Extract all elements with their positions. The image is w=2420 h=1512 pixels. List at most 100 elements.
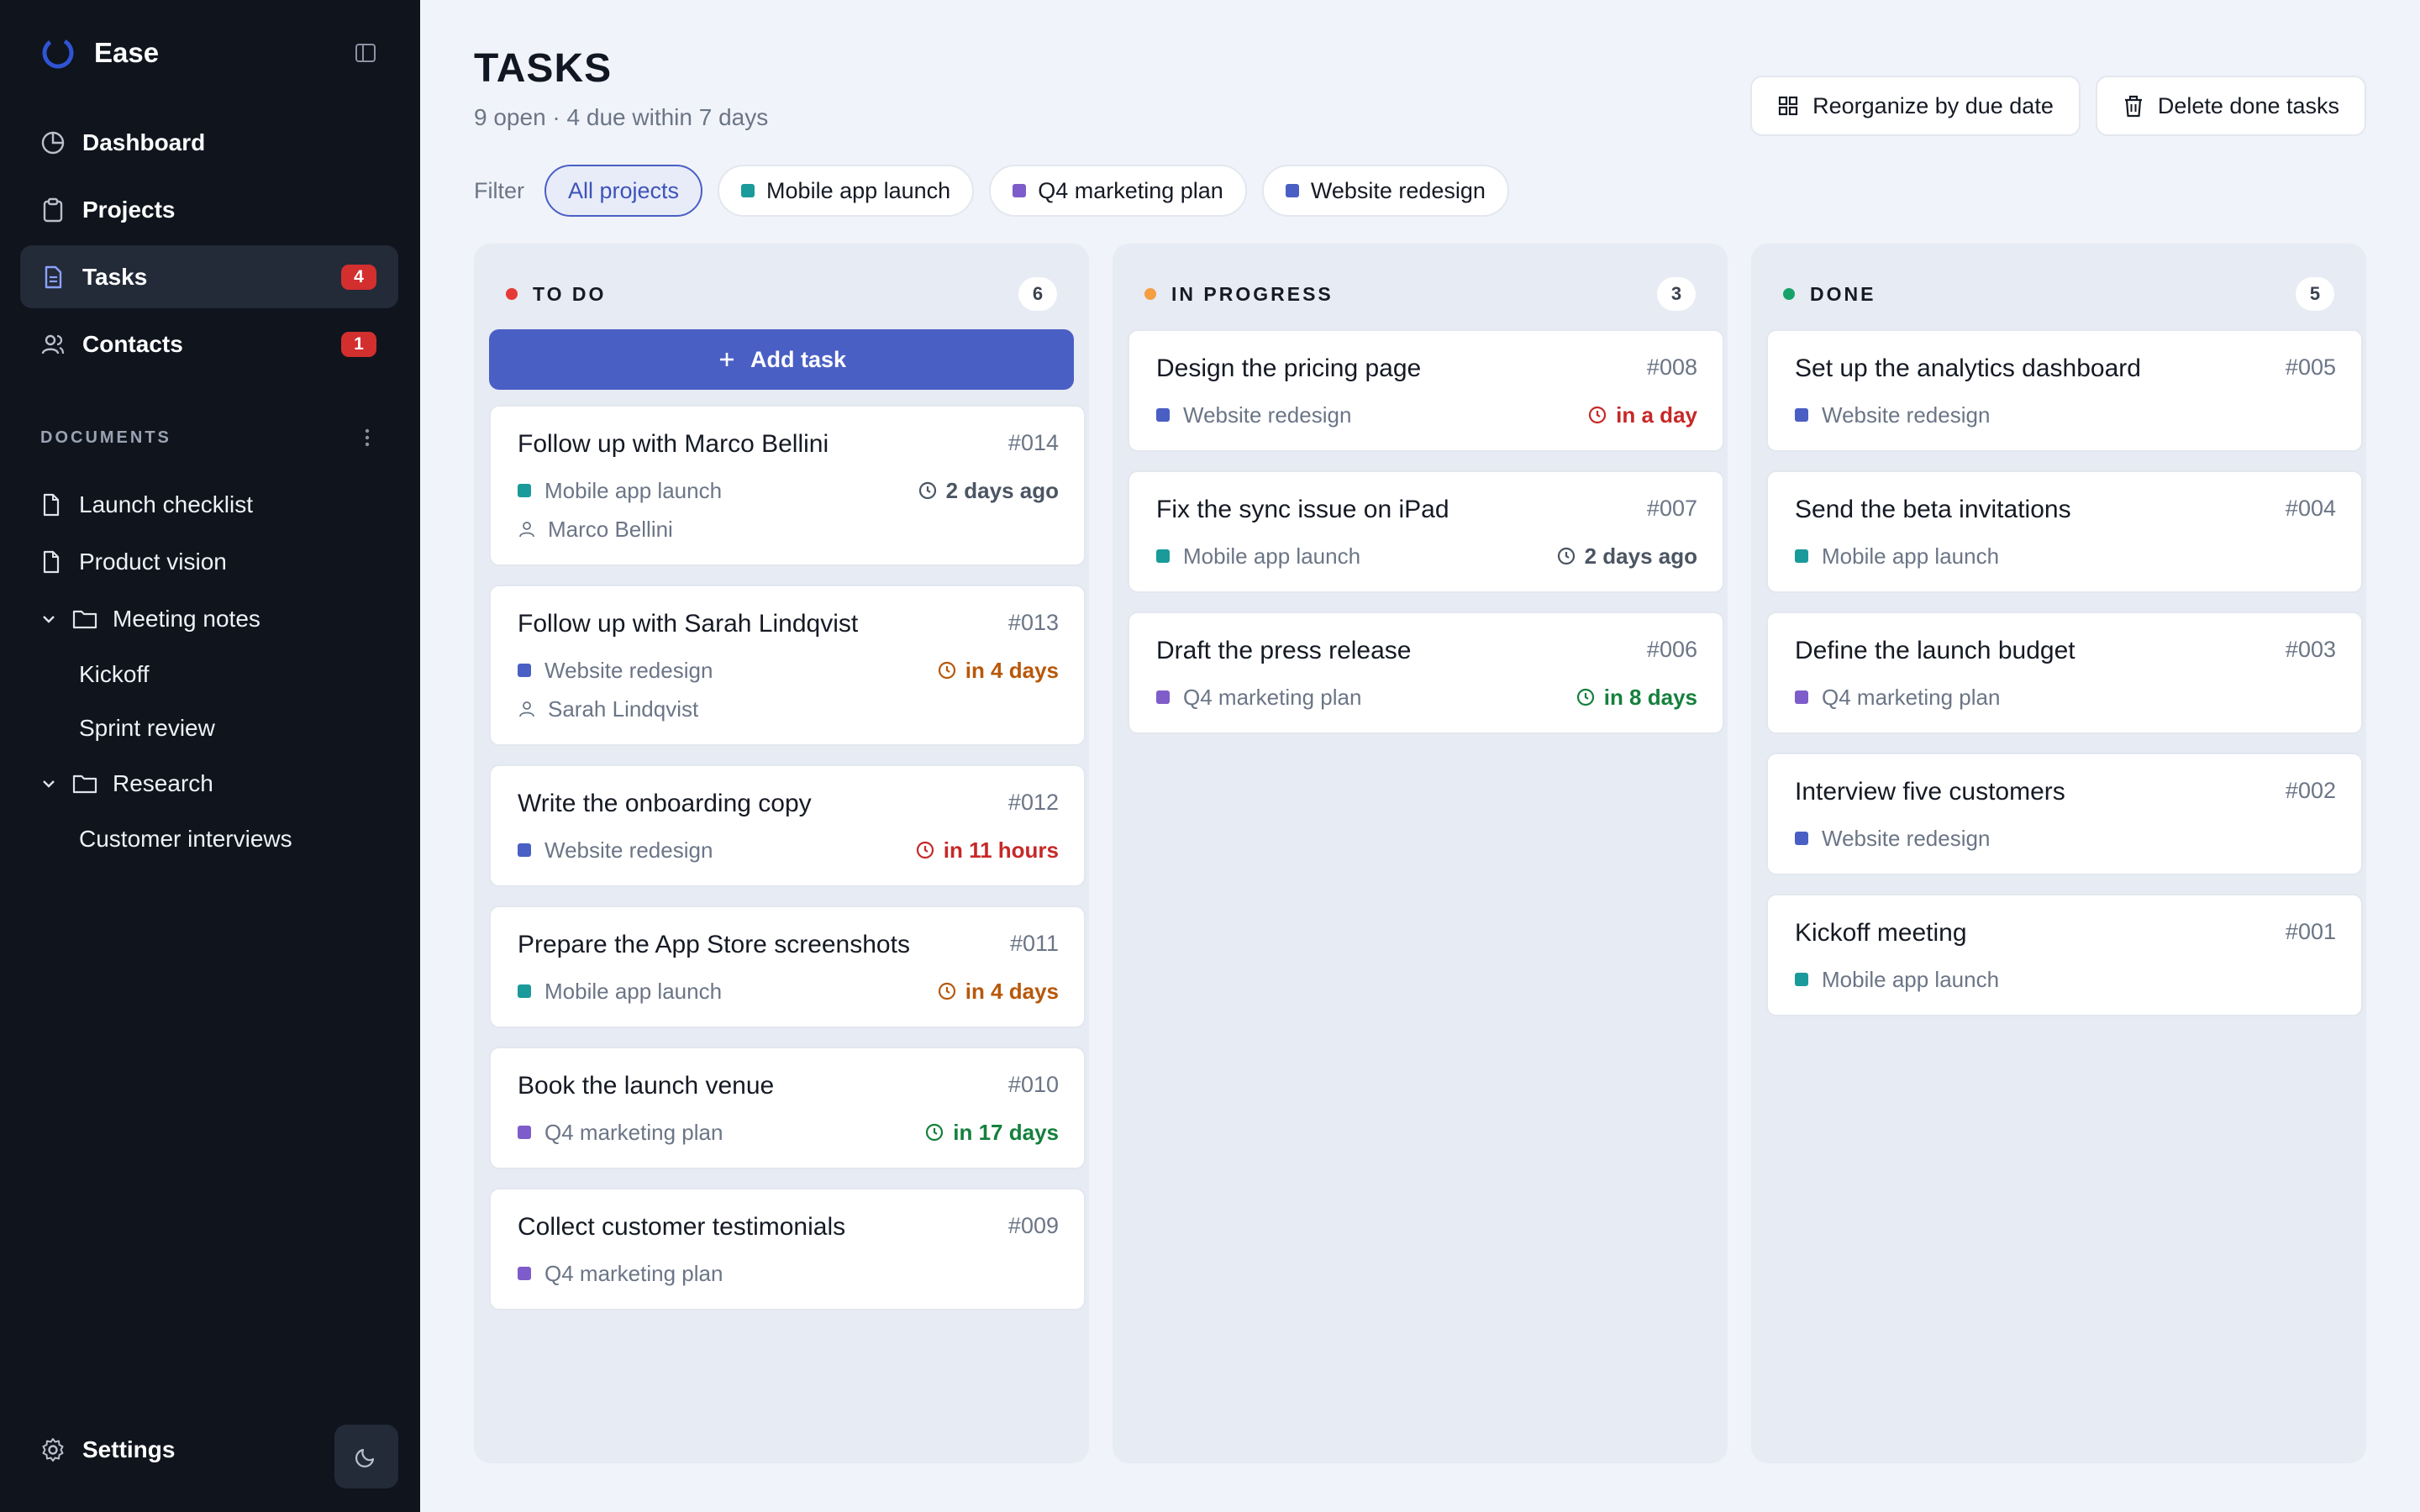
brand[interactable]: Ease (40, 34, 159, 72)
task-project: Mobile app launch (518, 478, 722, 504)
project-label: Website redesign (1822, 402, 1991, 428)
theme-toggle-button[interactable] (334, 1425, 398, 1488)
reorganize-button[interactable]: Reorganize by due date (1750, 76, 2081, 136)
task-due: 2 days ago (918, 478, 1059, 504)
user-icon (519, 522, 534, 538)
nav-label: Projects (82, 196, 176, 223)
due-label: 2 days ago (1584, 543, 1697, 569)
task-card[interactable]: Follow up with Sarah Lindqvist #013 Websit… (489, 585, 1086, 746)
doc-item-launch-checklist[interactable]: Launch checklist (40, 484, 393, 526)
sidebar-toggle-icon[interactable] (351, 39, 380, 67)
delete-done-label: Delete done tasks (2157, 92, 2339, 118)
doc-item-sprint-review[interactable]: Sprint review (40, 709, 393, 748)
document-icon (45, 265, 62, 288)
card-list: Set up the analytics dashboard #005 Websit… (1766, 329, 2363, 1035)
task-id: #003 (2285, 637, 2336, 662)
task-card[interactable]: Collect customer testimonials #009 Q4 mark… (489, 1188, 1086, 1310)
clock-icon (938, 661, 955, 680)
folder-icon (72, 610, 97, 629)
add-task-button[interactable]: Add task (489, 329, 1074, 390)
task-meta: Website redesign (1795, 823, 2336, 853)
task-card[interactable]: Send the beta invitations #004 Mobile app … (1766, 470, 2363, 593)
project-label: Mobile app launch (544, 978, 723, 1004)
task-card[interactable]: Prepare the App Store screenshots #011 Mob… (489, 906, 1086, 1028)
project-label: Mobile app launch (1822, 966, 2000, 992)
task-meta: Website redesign in 4 days (518, 655, 1059, 685)
task-project: Mobile app launch (1156, 543, 1360, 570)
task-card[interactable]: Follow up with Marco Bellini #014 Mobile a… (489, 405, 1086, 566)
task-card[interactable]: Kickoff meeting #001 Mobile app launch (1766, 894, 2363, 1016)
column-title: TO DO (533, 282, 607, 305)
project-color-swatch (741, 184, 755, 197)
folder-meeting-notes[interactable]: Meeting notes (40, 598, 393, 640)
task-due: in a day (1587, 402, 1697, 428)
nav-badge: 4 (341, 264, 376, 290)
doc-item-customer-interviews[interactable]: Customer interviews (40, 820, 393, 858)
due-label: 2 days ago (945, 477, 1059, 503)
status-dot (1144, 288, 1156, 300)
card-list: Design the pricing page #008 Website redes… (1128, 329, 1724, 753)
more-vertical-icon[interactable] (355, 425, 380, 450)
task-meta: Q4 marketing plan (518, 1258, 1059, 1289)
doc-item-kickoff[interactable]: Kickoff (40, 655, 393, 694)
column-title: IN PROGRESS (1171, 282, 1334, 305)
task-card[interactable]: Interview five customers #002 Website rede… (1766, 753, 2363, 875)
project-color-swatch (1156, 408, 1170, 422)
project-label: Mobile app launch (1183, 543, 1361, 569)
project-color-swatch (1156, 549, 1170, 563)
users-icon (41, 334, 65, 354)
clipboard-icon (43, 197, 63, 222)
assignee-label: Sarah Lindqvist (548, 696, 699, 722)
task-project: Website redesign (1795, 826, 1990, 852)
folder-research[interactable]: Research (40, 763, 393, 805)
task-card[interactable]: Define the launch budget #003 Q4 marketing… (1766, 612, 2363, 734)
clock-icon (916, 841, 934, 859)
clock-icon (1557, 547, 1575, 565)
project-color-swatch (518, 664, 531, 677)
nav-label: Contacts (82, 330, 183, 357)
task-meta: Website redesign in 11 hours (518, 835, 1059, 865)
filter-chip-all-projects[interactable]: All projects (544, 165, 703, 217)
header-actions: Reorganize by due date Delete done tasks (1750, 76, 2366, 136)
file-icon (43, 550, 60, 574)
task-project: Q4 marketing plan (518, 1120, 723, 1146)
delete-done-button[interactable]: Delete done tasks (2095, 76, 2366, 136)
task-card[interactable]: Book the launch venue #010 Q4 marketing pl… (489, 1047, 1086, 1169)
page-title: TASKS (474, 46, 613, 91)
nav-item-dashboard[interactable]: Dashboard (20, 111, 398, 174)
project-color-swatch (1795, 408, 1808, 422)
clock-icon (1589, 406, 1607, 424)
task-assignee: Sarah Lindqvist (518, 694, 1059, 724)
task-meta: Q4 marketing plan (1795, 682, 2336, 712)
clock-icon (926, 1123, 944, 1142)
task-title: Book the launch venue (518, 1072, 775, 1100)
column-count: 3 (1657, 277, 1696, 311)
add-task-label: Add task (750, 346, 847, 372)
project-color-swatch (518, 984, 531, 998)
task-card[interactable]: Draft the press release #006 Q4 marketing … (1128, 612, 1724, 734)
filter-chip-q4-marketing-plan[interactable]: Q4 marketing plan (989, 165, 1247, 217)
doc-item-product-vision[interactable]: Product vision (40, 541, 393, 583)
nav-item-contacts[interactable]: Contacts 1 (20, 312, 398, 375)
project-label: Mobile app launch (544, 477, 723, 503)
nav-item-projects[interactable]: Projects (20, 178, 398, 241)
main-content: TASKS 9 open · 4 due within 7 days Reorg… (420, 0, 2420, 1512)
task-id: #002 (2285, 778, 2336, 803)
task-card[interactable]: Write the onboarding copy #012 Website red… (489, 764, 1086, 887)
task-meta: Mobile app launch 2 days ago (518, 475, 1059, 506)
task-due: in 11 hours (915, 837, 1059, 864)
project-label: Mobile app launch (1822, 543, 2000, 569)
task-card[interactable]: Set up the analytics dashboard #005 Websit… (1766, 329, 2363, 452)
filter-chip-mobile-app-launch[interactable]: Mobile app launch (718, 165, 975, 217)
project-label: Website redesign (1822, 825, 1991, 851)
settings-button[interactable]: Settings (40, 1436, 175, 1463)
clock-icon (1576, 688, 1594, 706)
task-project: Website redesign (1795, 402, 1990, 428)
task-card[interactable]: Design the pricing page #008 Website redes… (1128, 329, 1724, 452)
project-color-swatch (518, 1267, 531, 1280)
nav-item-tasks[interactable]: Tasks 4 (20, 245, 398, 308)
filter-bar: Filter All projects Mobile app launch Q4… (474, 165, 1509, 217)
filter-chip-website-redesign[interactable]: Website redesign (1261, 165, 1509, 217)
task-card[interactable]: Fix the sync issue on iPad #007 Mobile app… (1128, 470, 1724, 593)
task-meta: Mobile app launch 2 days ago (1156, 541, 1697, 571)
